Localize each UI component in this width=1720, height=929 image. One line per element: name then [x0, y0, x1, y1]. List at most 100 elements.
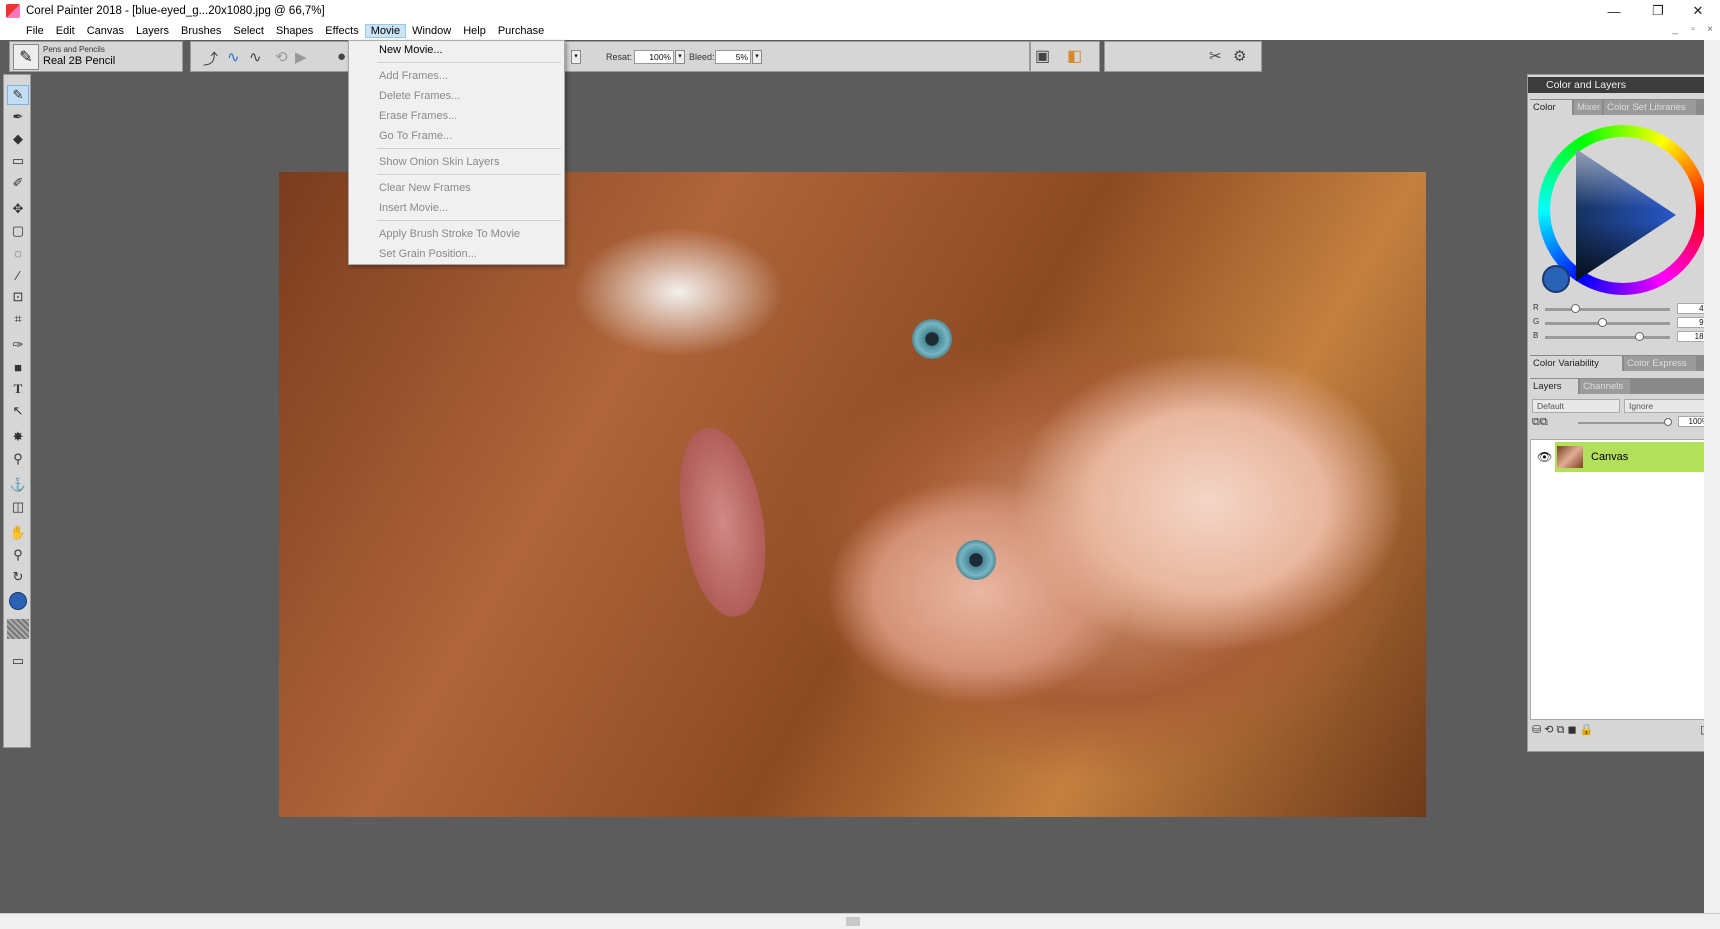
image-eye-lower	[956, 540, 996, 580]
menu-help[interactable]: Help	[457, 24, 492, 38]
menu-edit[interactable]: Edit	[50, 24, 81, 38]
layer-options-icons[interactable]: ⧉⧉	[1532, 416, 1548, 429]
menu-file[interactable]: File	[20, 24, 50, 38]
menu-apply-brush-stroke[interactable]: Apply Brush Stroke To Movie	[379, 228, 520, 240]
eye-visibility-icon[interactable]: 👁	[1537, 450, 1552, 464]
tab-layers[interactable]: Layers	[1530, 379, 1578, 394]
pencil-brush-icon: ✎	[13, 43, 39, 70]
layout-icon[interactable]: ▣	[1035, 46, 1050, 66]
composite-method-select[interactable]: Default	[1532, 399, 1620, 413]
shape-tool-icon[interactable]: ■	[7, 357, 29, 377]
tab-color-set-libraries[interactable]: Color Set Libraries	[1604, 100, 1696, 115]
cloner-tool-icon[interactable]: ✸	[7, 427, 29, 447]
bleed-dropdown[interactable]: ▾	[752, 50, 762, 64]
vertical-scrollbar[interactable]	[1704, 40, 1720, 913]
rectangular-select-icon[interactable]: ▢	[7, 221, 29, 241]
layer-bottom-icons[interactable]: ⛁ ⟲ ⧉ ◼ 🔒	[1532, 723, 1593, 737]
kaleidoscope-tool-icon[interactable]: ◫	[7, 497, 29, 517]
menu-add-frames[interactable]: Add Frames...	[379, 70, 448, 82]
menu-window[interactable]: Window	[406, 24, 457, 38]
blue-track[interactable]	[1545, 336, 1670, 339]
shape-selection-icon[interactable]: ↖	[7, 401, 29, 421]
menu-effects[interactable]: Effects	[319, 24, 364, 38]
canvas-image[interactable]	[279, 172, 1426, 817]
mirror-tool-icon[interactable]: ⚓	[7, 475, 29, 495]
eraser-tool-icon[interactable]: ▭	[7, 151, 29, 171]
grabber-hand-icon[interactable]: ✋	[7, 523, 29, 543]
brush-selector[interactable]: ✎ Pens and Pencils Real 2B Pencil	[9, 41, 183, 72]
horizontal-scrollbar[interactable]	[0, 913, 1720, 929]
tab-channels[interactable]: Channels	[1580, 379, 1630, 394]
tab-mixer[interactable]: Mixer	[1574, 100, 1602, 115]
size-dropdown[interactable]: ▾	[571, 50, 581, 64]
menu-set-grain-position[interactable]: Set Grain Position...	[379, 248, 477, 260]
menu-layers[interactable]: Layers	[130, 24, 175, 38]
dodge-tool-icon[interactable]: ⚲	[7, 449, 29, 469]
transform-tool-icon[interactable]: ⊡	[7, 287, 29, 307]
menu-erase-frames[interactable]: Erase Frames...	[379, 110, 457, 122]
rotate-page-icon[interactable]: ↻	[7, 567, 29, 587]
magnifier-icon[interactable]: ⚲	[7, 545, 29, 565]
menu-delete-frames[interactable]: Delete Frames...	[379, 90, 460, 102]
stroke-attributes-icon[interactable]: ⟲	[275, 48, 288, 66]
close-button[interactable]: ✕	[1676, 0, 1720, 22]
menu-brushes[interactable]: Brushes	[175, 24, 227, 38]
green-knob[interactable]	[1598, 318, 1607, 327]
menu-show-onion-skin[interactable]: Show Onion Skin Layers	[379, 156, 499, 168]
opacity-track[interactable]	[1578, 422, 1668, 424]
mdi-minimize-button[interactable]: _	[1666, 24, 1684, 35]
menu-shapes[interactable]: Shapes	[270, 24, 319, 38]
menu-clear-new-frames[interactable]: Clear New Frames	[379, 182, 471, 194]
composite-depth-select[interactable]: Ignore	[1624, 399, 1710, 413]
bleed-field[interactable]: 5%	[715, 50, 751, 64]
paper-selector-icon[interactable]	[7, 619, 29, 639]
opacity-knob[interactable]	[1664, 418, 1672, 426]
screen-mode-icon[interactable]: ▭	[7, 651, 29, 671]
red-knob[interactable]	[1571, 304, 1580, 313]
tab-color-variability[interactable]: Color Variability	[1530, 356, 1622, 371]
layer-row[interactable]: Canvas	[1555, 442, 1713, 472]
lasso-tool-icon[interactable]: ◌	[7, 243, 29, 263]
mdi-close-button[interactable]: ×	[1701, 24, 1719, 35]
slider-blue[interactable]: B 181	[1533, 331, 1713, 343]
tab-color[interactable]: Color	[1530, 100, 1572, 115]
menu-select[interactable]: Select	[227, 24, 270, 38]
magic-wand-icon[interactable]: ⁄	[7, 265, 29, 285]
resat-dropdown[interactable]: ▾	[675, 50, 685, 64]
minimize-button[interactable]: —	[1592, 0, 1636, 22]
red-track[interactable]	[1545, 308, 1670, 311]
crop-tool-icon[interactable]: ⌗	[7, 309, 29, 329]
pen-tool-icon[interactable]: ✑	[7, 335, 29, 355]
settings-gear-icon[interactable]: ⚙	[1233, 47, 1246, 65]
resat-field[interactable]: 100%	[634, 50, 674, 64]
brush-ghost-icon[interactable]: ▶	[295, 48, 307, 66]
menu-new-movie[interactable]: New Movie...	[379, 44, 443, 56]
freehand-stroke-icon[interactable]: ∿	[227, 48, 240, 66]
straight-line-icon[interactable]: ∿	[249, 48, 262, 66]
tab-color-express[interactable]: Color Express	[1624, 356, 1696, 371]
slider-red[interactable]: R 42	[1533, 303, 1713, 315]
menu-insert-movie[interactable]: Insert Movie...	[379, 202, 448, 214]
blender-tool-icon[interactable]: ✐	[7, 173, 29, 193]
menu-movie[interactable]: Movie	[364, 24, 407, 38]
green-track[interactable]	[1545, 322, 1670, 325]
color-palette-icon[interactable]: ◧	[1067, 46, 1082, 66]
maximize-button[interactable]: ❐	[1636, 0, 1680, 22]
paint-bucket-icon[interactable]: ◆	[7, 129, 29, 149]
mdi-restore-button[interactable]: ▫	[1684, 24, 1702, 35]
horizontal-scroll-thumb[interactable]	[846, 917, 860, 926]
dab-preview-icon[interactable]: ●	[337, 48, 346, 65]
dropper-tool-icon[interactable]: ✒	[7, 107, 29, 127]
text-tool-icon[interactable]: T	[7, 379, 29, 399]
slider-green[interactable]: G 99	[1533, 317, 1713, 329]
brush-tool-icon[interactable]: ✎	[7, 85, 29, 105]
menu-go-to-frame[interactable]: Go To Frame...	[379, 130, 452, 142]
reset-tool-icon[interactable]: ⤴	[203, 48, 218, 69]
blue-knob[interactable]	[1635, 332, 1644, 341]
menu-purchase[interactable]: Purchase	[492, 24, 550, 38]
brush-tracking-icon[interactable]: ✂	[1209, 47, 1222, 65]
menu-canvas[interactable]: Canvas	[81, 24, 130, 38]
current-color-swatch[interactable]	[1542, 265, 1570, 293]
main-color-swatch[interactable]	[7, 591, 29, 611]
layer-adjuster-icon[interactable]: ✥	[7, 199, 29, 219]
